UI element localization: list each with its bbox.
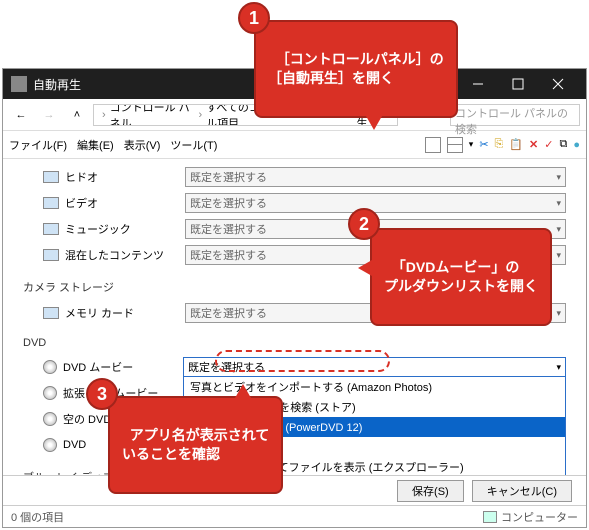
back-button[interactable]: ← xyxy=(9,103,33,127)
mixed-icon xyxy=(43,249,59,261)
crumb-0[interactable]: コントロール パネル xyxy=(110,104,195,126)
chevron-down-icon: ▾ xyxy=(556,362,561,373)
up-button[interactable]: ˄ xyxy=(65,103,89,127)
film-icon xyxy=(43,197,59,209)
status-right: コンピューター xyxy=(501,509,578,525)
chevron-down-icon: ▾ xyxy=(556,172,561,183)
row-label: DVD ムービー xyxy=(63,359,183,375)
menu-edit[interactable]: 編集(E) xyxy=(77,137,114,153)
chevron-down-icon: ▾ xyxy=(556,198,561,209)
close-button[interactable] xyxy=(538,69,578,99)
footer-buttons: 保存(S) キャンセル(C) xyxy=(3,475,586,505)
cd-icon xyxy=(43,386,57,400)
memorycard-icon xyxy=(43,307,59,319)
dropdown-top-1[interactable]: 既定を選択する▾ xyxy=(185,193,566,213)
callout-1: ［コントロールパネル］の ［自動再生］を開く xyxy=(254,20,458,118)
row-label: 混在したコンテンツ xyxy=(65,247,185,263)
folder-icon[interactable]: ⧉ xyxy=(559,138,567,151)
callout-2: 「DVDムービー」の プルダウンリストを開く xyxy=(370,228,552,326)
callout-3-text: アプリ名が表示されて いることを確認 xyxy=(122,427,269,463)
cancel-button[interactable]: キャンセル(C) xyxy=(472,480,572,502)
dropdown-top-0[interactable]: 既定を選択する▾ xyxy=(185,167,566,187)
status-left: 0 個の項目 xyxy=(11,509,64,525)
cd-icon xyxy=(43,438,57,452)
row-label: ビデオ xyxy=(65,195,185,211)
status-bar: 0 個の項目 コンピューター xyxy=(3,505,586,527)
row-label: ヒドオ xyxy=(65,169,185,185)
callout-2-text: 「DVDムービー」の プルダウンリストを開く xyxy=(384,259,538,295)
computer-icon xyxy=(483,511,497,523)
save-button[interactable]: 保存(S) xyxy=(397,480,464,502)
chevron-down-icon: ▾ xyxy=(556,224,561,235)
music-icon xyxy=(43,223,59,235)
step-badge-3: 3 xyxy=(86,378,118,410)
paste-icon[interactable]: 📋 xyxy=(509,138,523,151)
tool-panel-icon[interactable] xyxy=(425,137,441,153)
globe-icon[interactable]: ● xyxy=(573,139,580,151)
menu-tool[interactable]: ツール(T) xyxy=(170,137,217,153)
callout-3: アプリ名が表示されて いることを確認 xyxy=(108,396,283,494)
row-dvd-0: DVD ムービー既定を選択する▾写真とビデオをインポートする (Amazon P… xyxy=(43,355,566,379)
step-badge-1: 1 xyxy=(238,2,270,34)
forward-button[interactable]: → xyxy=(37,103,61,127)
app-icon xyxy=(11,76,27,92)
minimize-button[interactable] xyxy=(458,69,498,99)
chevron-down-icon[interactable]: ▾ xyxy=(469,139,474,150)
menu-bar: ファイル(F) 編集(E) 表示(V) ツール(T) ▾ ✂ ⎘ 📋 ✕ ✓ ⧉… xyxy=(3,131,586,159)
search-input[interactable]: コントロール パネルの検索 xyxy=(450,104,580,126)
menu-view[interactable]: 表示(V) xyxy=(124,137,161,153)
toolbar-icons: ▾ ✂ ⎘ 📋 ✕ ✓ ⧉ ● xyxy=(425,137,580,153)
maximize-button[interactable] xyxy=(498,69,538,99)
row-camera-label: メモリ カード xyxy=(65,305,185,321)
delete-icon[interactable]: ✕ xyxy=(529,138,538,151)
tool-list-icon[interactable] xyxy=(447,137,463,153)
menu-file[interactable]: ファイル(F) xyxy=(9,137,67,153)
cd-icon xyxy=(43,412,57,426)
step-badge-2: 2 xyxy=(348,208,380,240)
copy-icon[interactable]: ⎘ xyxy=(495,138,504,151)
generic-icon xyxy=(43,171,59,183)
callout-1-text: ［コントロールパネル］の ［自動再生］を開く xyxy=(268,51,444,87)
cut-icon[interactable]: ✂ xyxy=(479,138,488,151)
row-top-0: ヒドオ既定を選択する▾ xyxy=(43,165,566,189)
row-label: ミュージック xyxy=(65,221,185,237)
section-dvd: DVD xyxy=(23,337,566,349)
chevron-down-icon: ▾ xyxy=(556,250,561,261)
check-icon[interactable]: ✓ xyxy=(544,138,553,151)
row-top-1: ビデオ既定を選択する▾ xyxy=(43,191,566,215)
dropdown-dvd-0[interactable]: 既定を選択する▾写真とビデオをインポートする (Amazon Photos)新し… xyxy=(183,357,566,377)
cd-icon xyxy=(43,360,57,374)
